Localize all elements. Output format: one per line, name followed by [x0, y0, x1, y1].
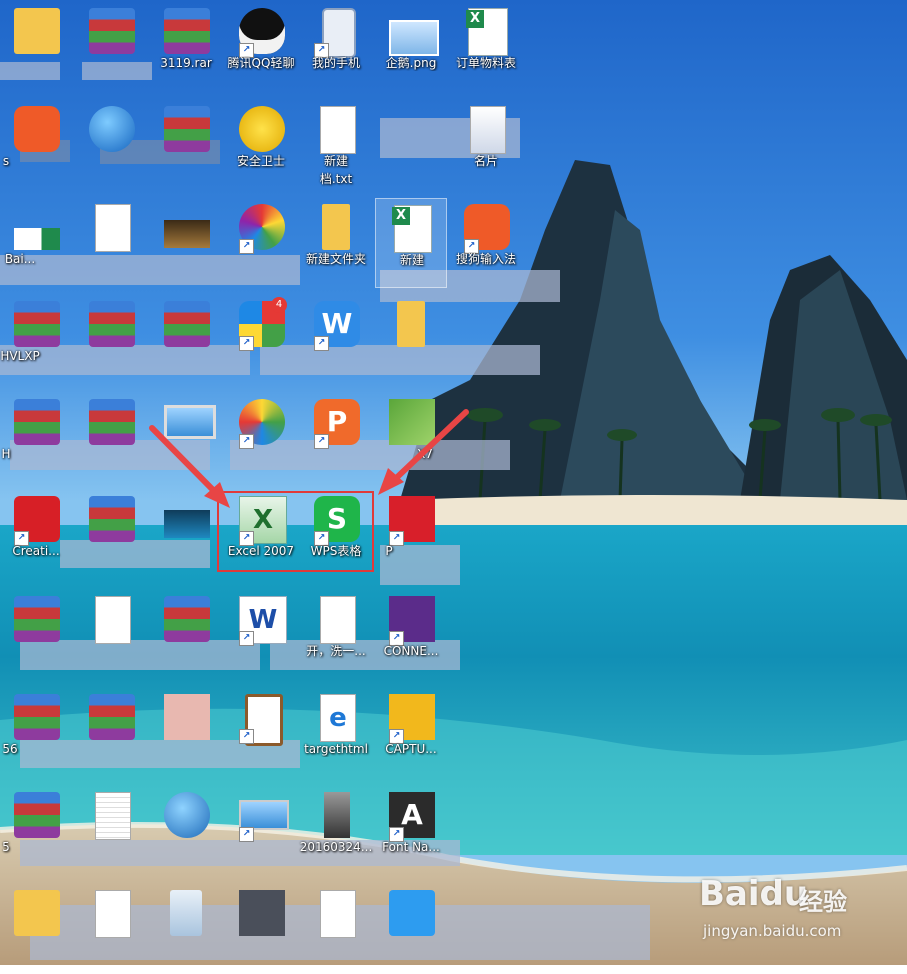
baidu-jingyan-watermark: Baidu 经验 jingyan.baidu.com	[695, 868, 895, 948]
watermark-brand: Baidu	[699, 874, 809, 914]
watermark-url: jingyan.baidu.com	[703, 922, 842, 940]
annotation-arrows	[149, 409, 469, 508]
watermark-cn: 经验	[799, 888, 847, 916]
